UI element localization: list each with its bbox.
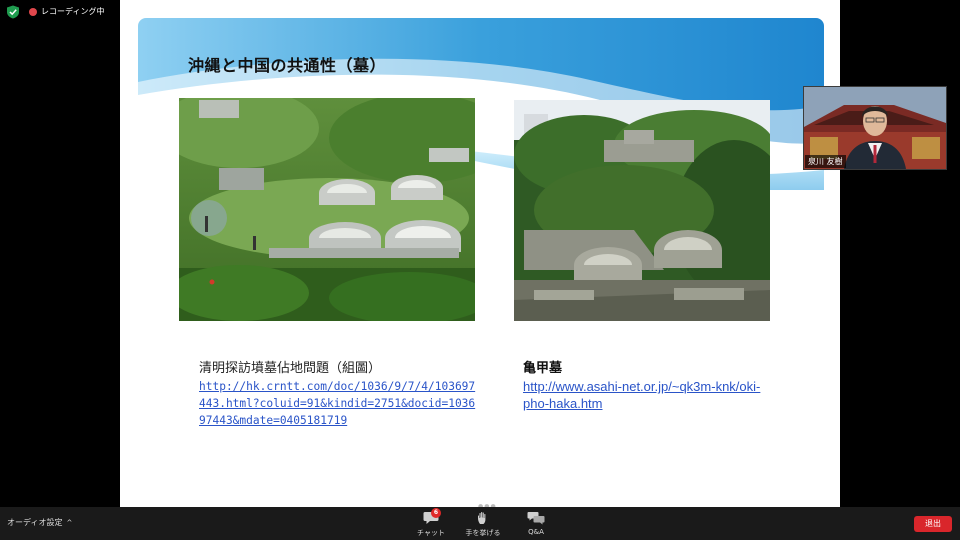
qa-icon	[527, 512, 545, 525]
left-caption-link-line[interactable]: 443.html?coluid=91&kindid=2751&docid=103…	[199, 395, 499, 412]
chat-label: チャット	[417, 529, 445, 537]
slide-title: 沖縄と中国の共通性（墓）	[188, 56, 387, 75]
left-caption: 清明探訪墳墓佔地問題（組圖） http://hk.crntt.com/doc/1…	[199, 360, 499, 429]
turtleback-tombs-photo	[514, 100, 770, 321]
right-caption: 亀甲墓 http://www.asahi-net.or.jp/~qk3m-knk…	[523, 360, 783, 412]
raise-hand-label: 手を挙げる	[465, 529, 501, 537]
chevron-up-icon: ^	[66, 519, 73, 527]
right-caption-link-line[interactable]: http://www.asahi-net.or.jp/~qk3m-knk/oki…	[523, 378, 783, 395]
chat-button[interactable]: 6 チャット	[411, 508, 451, 538]
left-caption-title: 清明探訪墳墓佔地問題（組圖）	[199, 361, 382, 376]
recording-icon	[29, 8, 37, 16]
chinese-tombs-photo	[179, 98, 475, 321]
participant-name: 泉川 友樹	[805, 155, 846, 168]
shield-icon[interactable]	[6, 5, 20, 19]
qa-button[interactable]: Q&A	[516, 511, 556, 536]
qa-label: Q&A	[528, 528, 544, 536]
participant-video-tile[interactable]: 泉川 友樹	[803, 86, 947, 170]
leave-button[interactable]: 退出	[914, 516, 952, 532]
chat-unread-badge: 6	[431, 508, 441, 518]
left-caption-link-line[interactable]: http://hk.crntt.com/doc/1036/9/7/4/10369…	[199, 378, 499, 395]
right-caption-link-line[interactable]: pho-haka.htm	[523, 395, 783, 412]
right-caption-title: 亀甲墓	[523, 361, 563, 376]
raise-hand-icon	[478, 511, 486, 524]
audio-settings-label: オーディオ設定	[7, 518, 63, 527]
meeting-toolbar: オーディオ設定 ^ 6 チャット 手を挙げる Q&A	[0, 507, 960, 540]
audio-settings-button[interactable]: オーディオ設定 ^	[7, 517, 72, 528]
left-caption-link-line[interactable]: 97443&mdate=0405181719	[199, 412, 499, 429]
recording-label: レコーディング中	[41, 7, 105, 16]
shared-slide: 沖縄と中国の共通性（墓） 清明探訪墳墓佔地問題（組圖） http://hk.cr…	[120, 0, 840, 507]
raise-hand-button[interactable]: 手を挙げる	[463, 511, 503, 538]
